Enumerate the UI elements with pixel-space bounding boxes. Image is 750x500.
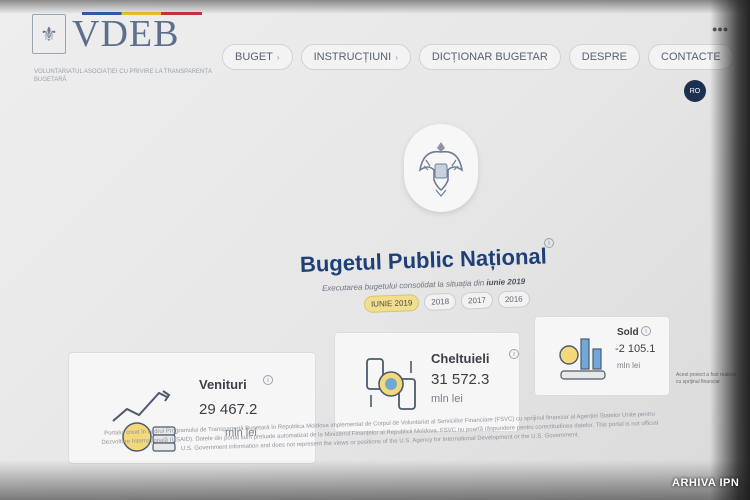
card-value: -2 105.1 (615, 343, 656, 355)
balance-icon (559, 338, 606, 380)
eagle-icon (418, 142, 464, 197)
subtitle-date: iunie 2019 (486, 276, 526, 288)
year-chip-2016[interactable]: 2016 (497, 290, 530, 309)
monitor-bezel-top (0, 0, 750, 14)
card-unit: mln lei (431, 393, 463, 405)
year-chip-iunie-2019[interactable]: IUNIE 2019 (363, 294, 420, 313)
card-sold[interactable]: Sold i -2 105.1 mln lei (534, 316, 670, 396)
card-value: 29 467.2 (199, 401, 258, 418)
emblem-icon: ⚜ (32, 14, 66, 54)
info-icon[interactable]: i (641, 326, 651, 336)
year-chip-2018[interactable]: 2018 (424, 292, 457, 311)
chevron-down-icon: › (276, 52, 280, 62)
card-value: 31 572.3 (431, 371, 490, 388)
main-nav: BUGET › INSTRUCȚIUNI › DICȚIONAR BUGETAR… (222, 44, 734, 70)
nav-label: BUGET (235, 51, 273, 63)
card-title: Venituri (199, 377, 247, 392)
card-title: Cheltuieli (431, 351, 490, 366)
nav-buget[interactable]: BUGET › (222, 44, 293, 70)
nav-label: DICȚIONAR BUGETAR (431, 51, 548, 63)
info-icon[interactable]: i (509, 349, 519, 359)
card-title: Sold (617, 327, 639, 338)
nav-despre[interactable]: DESPRE (568, 44, 641, 70)
info-icon[interactable]: i (544, 238, 554, 248)
site-logo[interactable]: ⚜ VDEB (32, 13, 180, 55)
browser-screen: ⚜ VDEB VOLUNTARIATUL ASOCIAȚIEI CU PRIVI… (0, 0, 750, 500)
nav-label: INSTRUCȚIUNI (313, 51, 392, 63)
logo-subtitle: VOLUNTARIATUL ASOCIAȚIEI CU PRIVIRE LA T… (34, 69, 212, 83)
chevron-down-icon: › (395, 52, 398, 62)
info-icon[interactable]: i (263, 375, 273, 385)
monitor-bezel-right (710, 0, 750, 500)
page-title: Bugetul Public Național (299, 243, 548, 277)
year-chip-2017[interactable]: 2017 (460, 291, 494, 310)
card-unit: mln lei (617, 361, 641, 370)
monitor-bezel-bottom (0, 460, 750, 500)
logo-text: VDEB (72, 13, 180, 55)
photo-credit: ARHIVA IPN (672, 477, 740, 489)
nav-dictionar-bugetar[interactable]: DICȚIONAR BUGETAR (418, 44, 561, 70)
expenses-icon (366, 358, 416, 410)
language-switch[interactable]: RO (684, 80, 706, 102)
coat-of-arms-icon (404, 124, 478, 212)
nav-instructiuni[interactable]: INSTRUCȚIUNI › (300, 44, 411, 70)
year-filter: IUNIE 2019 2018 2017 2016 (363, 290, 530, 313)
subtitle-text: Executarea bugetului consolidat la situa… (321, 278, 485, 293)
nav-label: DESPRE (581, 51, 628, 63)
